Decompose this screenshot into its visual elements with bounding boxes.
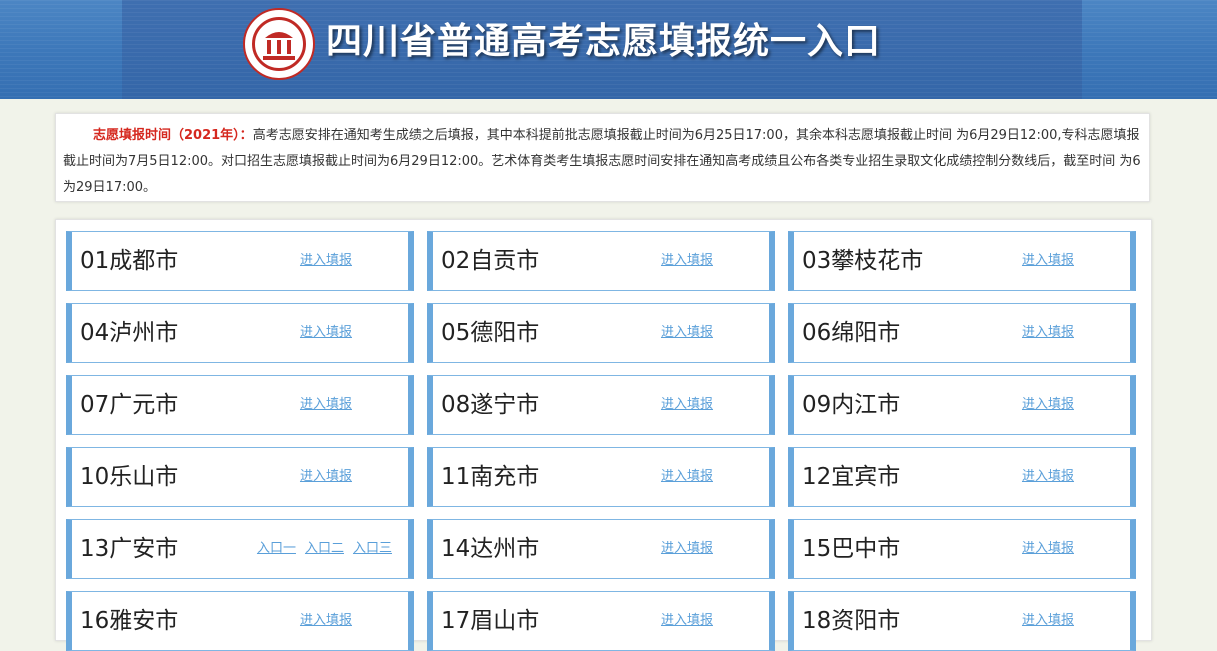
city-links: 进入填报 (1022, 376, 1074, 434)
city-card: 10乐山市 进入填报 (66, 447, 414, 507)
city-name: 08遂宁市 (441, 392, 540, 418)
enter-link[interactable]: 进入填报 (1022, 448, 1074, 506)
city-links: 进入填报 (300, 448, 352, 506)
enter-link[interactable]: 进入填报 (661, 304, 713, 362)
city-links: 进入填报 (1022, 448, 1074, 506)
city-links: 进入填报 (1022, 520, 1074, 578)
enter-link[interactable]: 进入填报 (1022, 376, 1074, 434)
city-card: 14达州市 进入填报 (427, 519, 775, 579)
city-links: 进入填报 (661, 592, 713, 650)
city-name: 12宜宾市 (802, 464, 901, 490)
enter-link[interactable]: 进入填报 (1022, 520, 1074, 578)
city-name: 14达州市 (441, 536, 540, 562)
city-links: 进入填报 (661, 448, 713, 506)
city-name: 03攀枝花市 (802, 248, 924, 274)
city-links: 进入填报 (300, 376, 352, 434)
city-name: 18资阳市 (802, 608, 901, 634)
city-name: 13广安市 (80, 536, 179, 562)
city-name: 07广元市 (80, 392, 179, 418)
city-card: 03攀枝花市 进入填报 (788, 231, 1136, 291)
city-card: 13广安市 入口一 入口二 入口三 (66, 519, 414, 579)
city-card: 15巴中市 进入填报 (788, 519, 1136, 579)
city-card: 02自贡市 进入填报 (427, 231, 775, 291)
notice-box: 志愿填报时间（2021年）：高考志愿安排在通知考生成绩之后填报，其中本科提前批志… (55, 113, 1150, 202)
city-card: 01成都市 进入填报 (66, 231, 414, 291)
entry-link-3[interactable]: 入口三 (353, 520, 392, 578)
city-links: 进入填报 (1022, 232, 1074, 290)
entry-link-1[interactable]: 入口一 (257, 520, 296, 578)
city-name: 11南充市 (441, 464, 540, 490)
city-name: 01成都市 (80, 248, 179, 274)
city-name: 15巴中市 (802, 536, 901, 562)
city-name: 09内江市 (802, 392, 901, 418)
city-card: 12宜宾市 进入填报 (788, 447, 1136, 507)
city-name: 02自贡市 (441, 248, 540, 274)
seal-logo-icon (243, 8, 315, 80)
enter-link[interactable]: 进入填报 (300, 592, 352, 650)
city-name: 10乐山市 (80, 464, 179, 490)
enter-link[interactable]: 进入填报 (300, 304, 352, 362)
city-card: 05德阳市 进入填报 (427, 303, 775, 363)
city-links: 进入填报 (1022, 304, 1074, 362)
city-links: 进入填报 (300, 304, 352, 362)
enter-link[interactable]: 进入填报 (1022, 304, 1074, 362)
enter-link[interactable]: 进入填报 (300, 232, 352, 290)
city-card: 17眉山市 进入填报 (427, 591, 775, 651)
entry-link-2[interactable]: 入口二 (305, 520, 344, 578)
city-name: 17眉山市 (441, 608, 540, 634)
page-title: 四川省普通高考志愿填报统一入口 (326, 21, 882, 62)
city-grid: 01成都市 进入填报 02自贡市 进入填报 03攀枝花市 进入填报 04泸州市 进入填报 05德… (55, 219, 1152, 651)
enter-link[interactable]: 进入填报 (300, 448, 352, 506)
city-links: 进入填报 (1022, 592, 1074, 650)
city-card: 18资阳市 进入填报 (788, 591, 1136, 651)
city-name: 04泸州市 (80, 320, 179, 346)
city-card: 09内江市 进入填报 (788, 375, 1136, 435)
city-card: 04泸州市 进入填报 (66, 303, 414, 363)
city-card: 16雅安市 进入填报 (66, 591, 414, 651)
enter-link[interactable]: 进入填报 (661, 448, 713, 506)
building-icon (263, 32, 295, 60)
enter-link[interactable]: 进入填报 (300, 376, 352, 434)
enter-link[interactable]: 进入填报 (661, 376, 713, 434)
page-header: 四川省普通高考志愿填报统一入口 (0, 0, 1217, 99)
city-links: 进入填报 (661, 232, 713, 290)
notice-label: 志愿填报时间（2021年）： (93, 128, 253, 143)
city-links: 进入填报 (661, 520, 713, 578)
city-links: 进入填报 (661, 304, 713, 362)
city-card: 08遂宁市 进入填报 (427, 375, 775, 435)
city-card: 07广元市 进入填报 (66, 375, 414, 435)
enter-link[interactable]: 进入填报 (661, 232, 713, 290)
enter-link[interactable]: 进入填报 (661, 520, 713, 578)
city-links: 进入填报 (661, 376, 713, 434)
city-card: 06绵阳市 进入填报 (788, 303, 1136, 363)
city-name: 16雅安市 (80, 608, 179, 634)
city-links: 入口一 入口二 入口三 (257, 520, 392, 578)
enter-link[interactable]: 进入填报 (1022, 232, 1074, 290)
city-name: 05德阳市 (441, 320, 540, 346)
city-links: 进入填报 (300, 232, 352, 290)
enter-link[interactable]: 进入填报 (661, 592, 713, 650)
city-name: 06绵阳市 (802, 320, 901, 346)
city-links: 进入填报 (300, 592, 352, 650)
city-card: 11南充市 进入填报 (427, 447, 775, 507)
enter-link[interactable]: 进入填报 (1022, 592, 1074, 650)
